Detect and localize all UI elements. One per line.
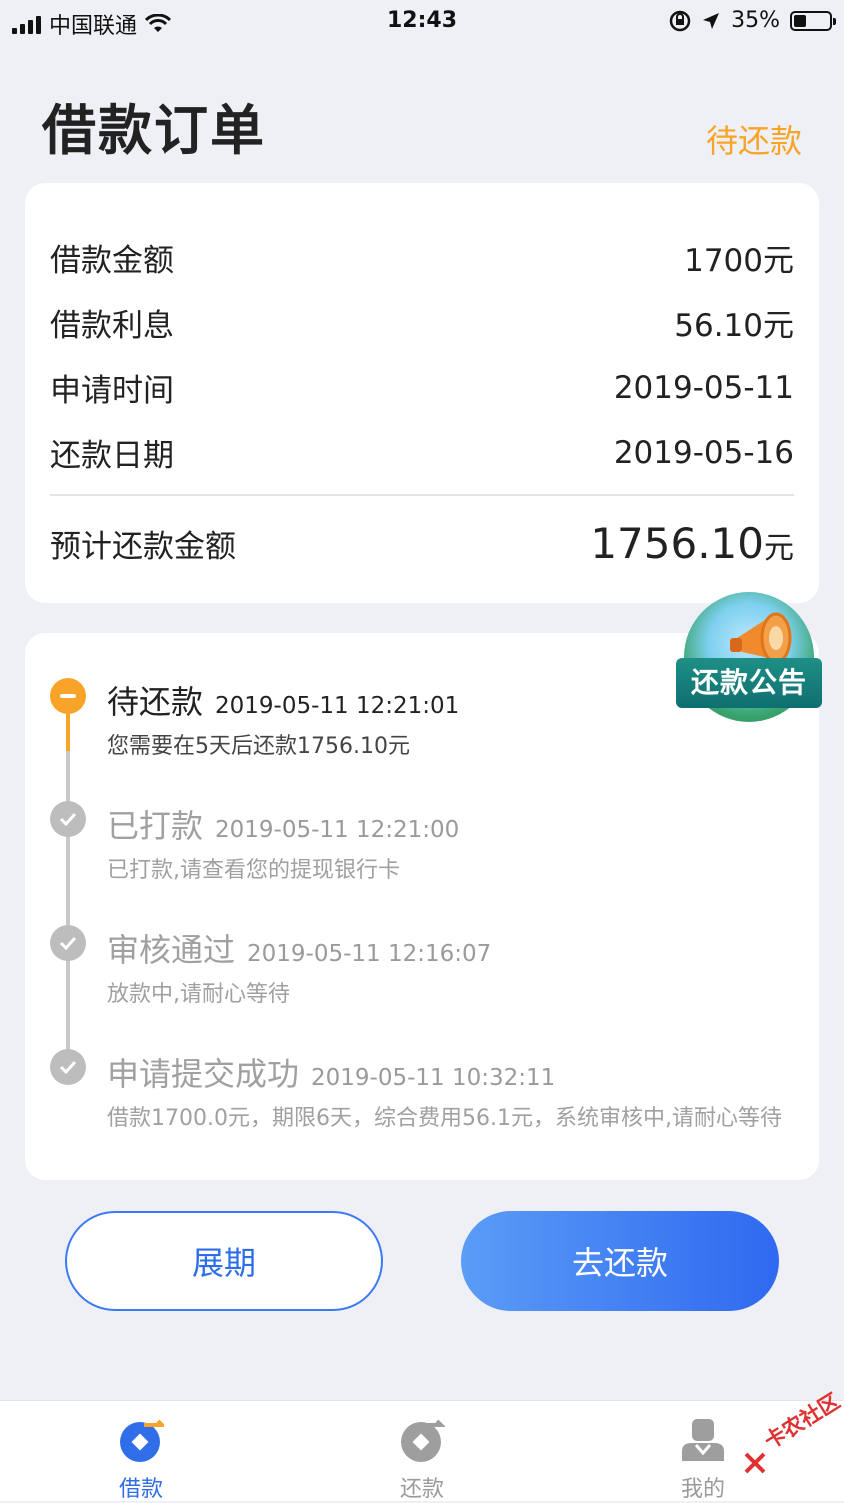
timeline-item-paid: 已打款 2019-05-11 12:21:00 已打款,请查看您的提现银行卡	[107, 801, 789, 887]
summary-label: 申请时间	[50, 373, 174, 409]
timeline-desc: 放款中,请耐心等待	[107, 982, 290, 1007]
battery-percent: 35%	[731, 8, 780, 33]
tab-label: 还款	[399, 1477, 444, 1502]
tab-loan[interactable]: 借款	[71, 1401, 211, 1502]
summary-value: 1700元	[684, 243, 794, 279]
summary-row-interest: 借款利息 56.10元	[50, 300, 794, 345]
check-circle-icon	[50, 1049, 86, 1085]
total-label: 预计还款金额	[50, 529, 236, 565]
page-title: 借款订单	[42, 99, 266, 162]
summary-divider	[50, 494, 794, 496]
loan-icon	[120, 1419, 164, 1462]
summary-value: 2019-05-16	[613, 434, 794, 471]
check-circle-icon	[50, 925, 86, 961]
repayment-notice-badge[interactable]: 还款公告	[676, 592, 822, 728]
timeline-desc: 已打款,请查看您的提现银行卡	[107, 858, 400, 883]
extend-button[interactable]: 展期	[65, 1211, 383, 1311]
timeline-item-submitted: 申请提交成功 2019-05-11 10:32:11 借款1700.0元，期限6…	[107, 1049, 789, 1135]
timeline-title: 已打款	[107, 807, 204, 845]
timeline-item-approved: 审核通过 2019-05-11 12:16:07 放款中,请耐心等待	[107, 925, 789, 1011]
battery-level	[794, 14, 806, 27]
timeline-title: 申请提交成功	[107, 1055, 300, 1093]
order-status-badge: 待还款	[705, 122, 802, 160]
watermark-text: 卡农社区	[760, 1388, 844, 1454]
bottom-tab-bar: 借款 还款 我的	[0, 1400, 844, 1502]
watermark-logo-icon	[744, 1452, 766, 1474]
total-unit: 元	[764, 531, 794, 566]
tab-label: 借款	[118, 1477, 163, 1502]
repay-icon	[401, 1419, 445, 1462]
rotation-lock-icon	[669, 10, 691, 31]
status-bar: 中国联通 12:43 35%	[0, 0, 844, 44]
loan-summary-card: 借款金额 1700元 借款利息 56.10元 申请时间 2019-05-11 还…	[25, 183, 819, 603]
timeline-time: 2019-05-11 12:16:07	[247, 941, 492, 967]
total-value: 1756.10	[590, 519, 764, 568]
watermark: 卡农社区	[742, 1389, 844, 1486]
summary-label: 还款日期	[50, 438, 174, 474]
summary-label: 借款金额	[50, 243, 174, 279]
timeline-title: 待还款	[107, 683, 204, 721]
repay-button[interactable]: 去还款	[461, 1211, 779, 1311]
summary-row-apply-date: 申请时间 2019-05-11	[50, 365, 794, 410]
summary-value: 2019-05-11	[613, 369, 794, 406]
timeline-time: 2019-05-11 10:32:11	[311, 1065, 556, 1091]
timeline-title: 审核通过	[107, 931, 236, 969]
timeline-desc: 借款1700.0元，期限6天，综合费用56.1元，系统审核中,请耐心等待	[107, 1106, 782, 1131]
summary-label: 借款利息	[50, 308, 174, 344]
summary-value: 56.10元	[674, 308, 794, 344]
summary-row-total: 预计还款金额 1756.10元	[50, 519, 794, 568]
badge-label: 还款公告	[676, 658, 822, 708]
profile-icon	[682, 1419, 724, 1461]
summary-row-amount: 借款金额 1700元	[50, 235, 794, 280]
battery-icon	[790, 10, 836, 31]
location-icon	[703, 12, 720, 29]
summary-row-due-date: 还款日期 2019-05-16	[50, 430, 794, 475]
timeline-line	[66, 751, 70, 1073]
timeline-time: 2019-05-11 12:21:00	[215, 817, 460, 843]
tab-repay[interactable]: 还款	[352, 1401, 492, 1502]
timeline-time: 2019-05-11 12:21:01	[215, 693, 460, 719]
timeline-desc: 您需要在5天后还款1756.10元	[107, 734, 410, 759]
pending-dot-icon	[50, 678, 86, 714]
check-circle-icon	[50, 801, 86, 837]
